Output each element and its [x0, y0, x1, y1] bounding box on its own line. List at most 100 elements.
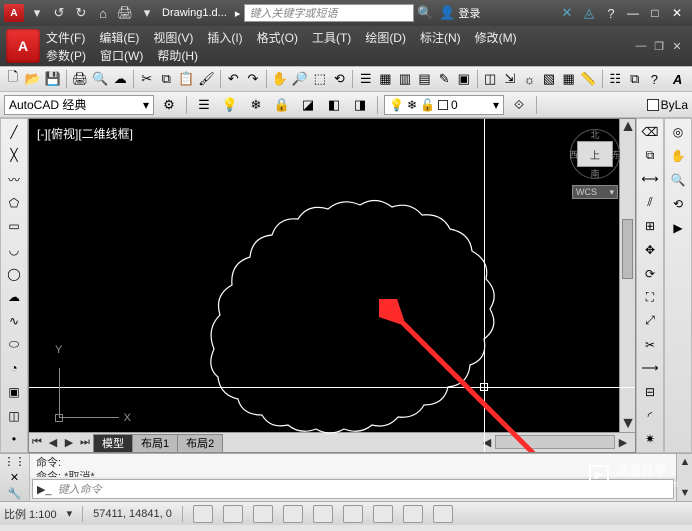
search-icon[interactable]: 🔍: [414, 3, 436, 23]
line-icon[interactable]: ╱: [3, 121, 25, 143]
exchange-x-icon[interactable]: ✕: [556, 3, 578, 23]
menu-help[interactable]: 帮助(H): [157, 47, 198, 64]
minimize-button[interactable]: —: [622, 3, 644, 23]
nav-wheel-icon[interactable]: ◎: [667, 121, 689, 143]
calc-icon[interactable]: ▣: [455, 68, 473, 90]
block-icon[interactable]: ◫: [481, 68, 499, 90]
sheet-set-icon[interactable]: ▤: [416, 68, 434, 90]
revcloud-icon[interactable]: ☁: [3, 286, 25, 308]
color-swatch[interactable]: [647, 99, 659, 111]
nav-zoom-icon[interactable]: 🔍: [667, 169, 689, 191]
layer-prop-icon[interactable]: ☰: [193, 94, 215, 116]
fillet-icon[interactable]: ◜: [639, 405, 661, 427]
qat-dropdown[interactable]: ▾: [26, 3, 48, 23]
lwt-button[interactable]: [403, 505, 423, 523]
mirror-icon[interactable]: ⟷: [639, 168, 661, 190]
close-button[interactable]: ✕: [666, 3, 688, 23]
xline-icon[interactable]: ╳: [3, 145, 25, 167]
menu-insert[interactable]: 插入(I): [207, 29, 242, 46]
make-block-icon[interactable]: ◫: [3, 405, 25, 427]
qp-button[interactable]: [433, 505, 453, 523]
layer-freeze-icon[interactable]: ❄: [245, 94, 267, 116]
menu-tools[interactable]: 工具(T): [312, 29, 351, 46]
offset-icon[interactable]: ⫽: [639, 192, 661, 214]
nav-showmotion-icon[interactable]: ▶: [667, 217, 689, 239]
menu-modify[interactable]: 修改(M): [475, 29, 517, 46]
menu-format[interactable]: 格式(O): [257, 29, 298, 46]
break-icon[interactable]: ⊟: [639, 381, 661, 403]
spline-icon[interactable]: ∿: [3, 310, 25, 332]
copy-icon[interactable]: ⧉: [157, 68, 175, 90]
command-history[interactable]: 命令: 命令: *取消*: [30, 454, 676, 477]
match-icon[interactable]: 🖌: [197, 68, 216, 90]
publish-icon[interactable]: ☁: [111, 68, 129, 90]
polar-button[interactable]: [283, 505, 303, 523]
cmd-scroll[interactable]: ▲▼: [676, 454, 692, 501]
menu-draw[interactable]: 绘图(D): [365, 29, 406, 46]
help-toolbar-icon[interactable]: ?: [646, 68, 664, 90]
doc-restore-button[interactable]: ❐: [650, 38, 668, 54]
markup-icon[interactable]: ✎: [435, 68, 453, 90]
app-menu-button[interactable]: A: [6, 29, 40, 63]
cmd-handle-icon[interactable]: ⋮⋮: [4, 455, 26, 468]
polygon-icon[interactable]: ⬠: [3, 192, 25, 214]
qat-print[interactable]: 🖨: [114, 3, 136, 23]
render-icon[interactable]: ☼: [521, 68, 539, 90]
ellipse-icon[interactable]: ⬭: [3, 334, 25, 356]
help-icon[interactable]: ?: [600, 3, 622, 23]
table-tool-icon[interactable]: ▦: [560, 68, 578, 90]
layer-lock-icon[interactable]: 🔒: [271, 94, 293, 116]
qat-undo[interactable]: ↺: [48, 3, 70, 23]
user-icon[interactable]: 👤: [436, 3, 458, 23]
rotate-icon[interactable]: ⟳: [639, 263, 661, 285]
grid-button[interactable]: [223, 505, 243, 523]
cmd-close-icon[interactable]: ✕: [10, 471, 19, 484]
dyn-button[interactable]: [373, 505, 393, 523]
copy-mod-icon[interactable]: ⧉: [639, 145, 661, 167]
app-logo[interactable]: A: [4, 4, 24, 22]
qat-redo[interactable]: ↻: [70, 3, 92, 23]
menu-edit[interactable]: 编辑(E): [99, 29, 139, 46]
explode-icon[interactable]: ✷: [639, 428, 661, 450]
plot-icon[interactable]: 🖨: [71, 68, 90, 90]
cmd-wrench-icon[interactable]: 🔧: [8, 487, 22, 500]
layer-color-icon[interactable]: ◪: [297, 94, 319, 116]
menu-view[interactable]: 视图(V): [153, 29, 193, 46]
point-icon[interactable]: •: [3, 428, 25, 450]
login-link[interactable]: 登录: [458, 5, 480, 21]
layer-combo[interactable]: 💡❄🔓0 ▾: [384, 95, 504, 115]
cut-icon[interactable]: ✂: [138, 68, 156, 90]
exchange-a-icon[interactable]: ◬: [578, 3, 600, 23]
circle-icon[interactable]: ◯: [3, 263, 25, 285]
viewcube-top[interactable]: 上: [577, 141, 613, 167]
nav-orbit-icon[interactable]: ⟲: [667, 193, 689, 215]
trim-icon[interactable]: ✂: [639, 334, 661, 356]
menu-window[interactable]: 窗口(W): [100, 47, 143, 64]
model-viewport[interactable]: [-][俯视][二维线框] Y X 北 南 西 东: [28, 118, 636, 453]
move-icon[interactable]: ✥: [639, 239, 661, 261]
viewport-label[interactable]: [-][俯视][二维线框]: [37, 125, 133, 142]
viewcube[interactable]: 北 南 西 东 上 WCS▾: [565, 129, 625, 209]
zoom-win-icon[interactable]: ⬚: [311, 68, 329, 90]
group-icon[interactable]: ⧉: [626, 68, 644, 90]
workspace-settings-icon[interactable]: ⚙: [158, 94, 180, 116]
doc-close-button[interactable]: ✕: [668, 38, 686, 54]
insert-block-icon[interactable]: ▣: [3, 381, 25, 403]
tool-palette-icon[interactable]: ▥: [396, 68, 414, 90]
pan-icon[interactable]: ✋: [271, 68, 289, 90]
maximize-button[interactable]: □: [644, 3, 666, 23]
stretch-icon[interactable]: ⤢: [639, 310, 661, 332]
open-icon[interactable]: 📂: [24, 68, 42, 90]
new-icon[interactable]: 🗋: [4, 68, 22, 90]
nav-pan-icon[interactable]: ✋: [667, 145, 689, 167]
menu-parametric[interactable]: 参数(P): [46, 47, 86, 64]
array-icon[interactable]: ⊞: [639, 216, 661, 238]
layer-iso-icon[interactable]: ◧: [323, 94, 345, 116]
redo-icon[interactable]: ↷: [244, 68, 262, 90]
xref-icon[interactable]: ⇲: [501, 68, 519, 90]
zoom-icon[interactable]: 🔎: [291, 68, 309, 90]
zoom-prev-icon[interactable]: ⟲: [331, 68, 349, 90]
menu-dimension[interactable]: 标注(N): [420, 29, 461, 46]
layer-walk-icon[interactable]: ◨: [349, 94, 371, 116]
qat-more[interactable]: ▾: [136, 3, 158, 23]
